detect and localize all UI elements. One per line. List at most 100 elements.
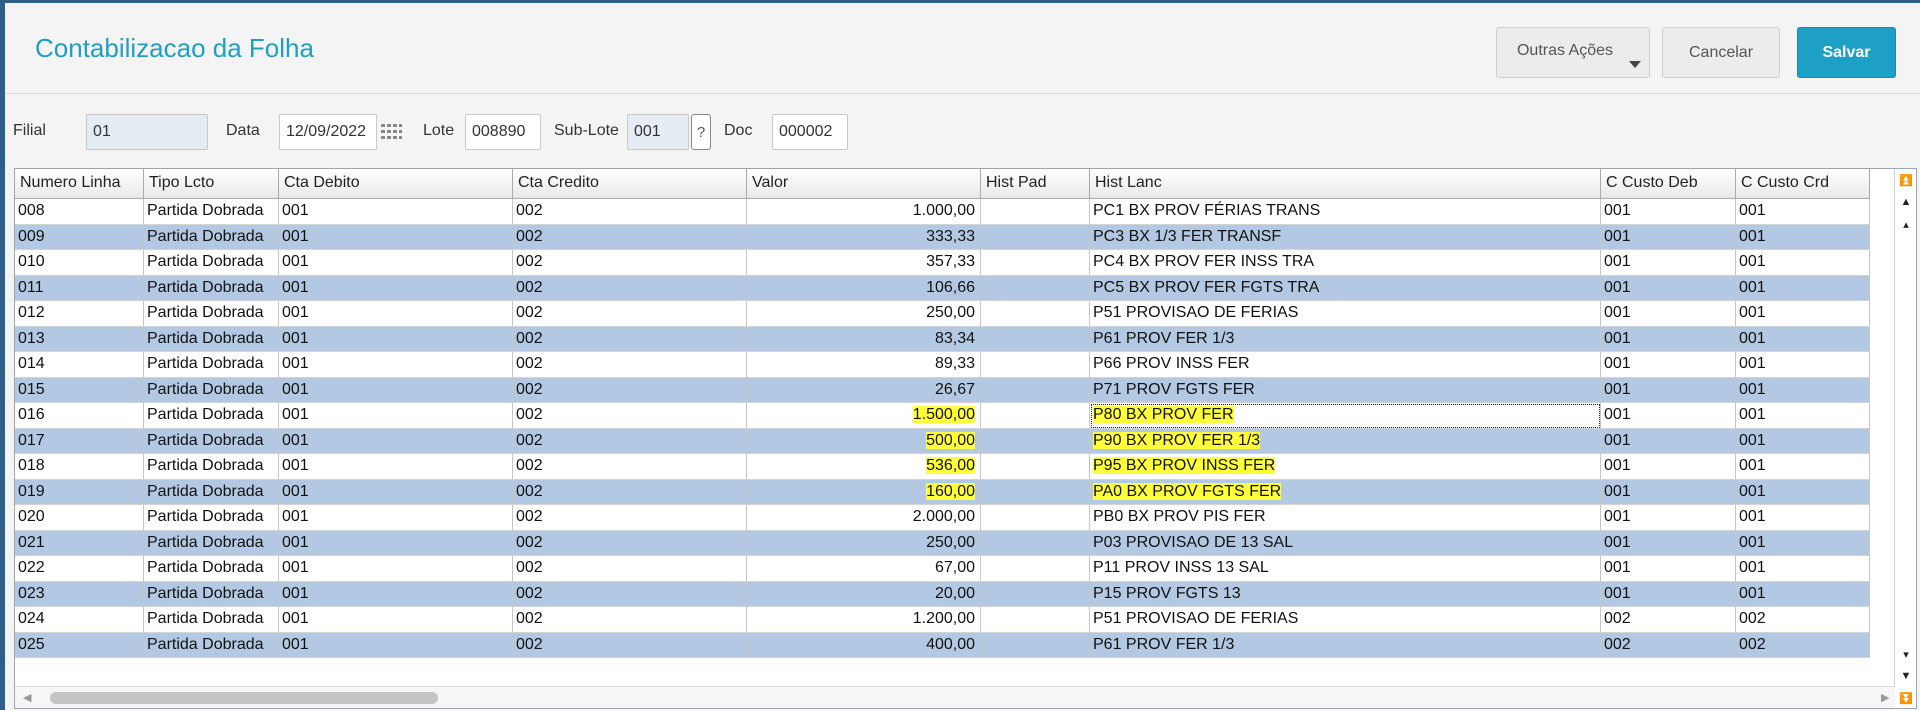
- sublote-field[interactable]: 001: [627, 114, 689, 150]
- col-valor-cell[interactable]: 106,66: [747, 275, 981, 301]
- col-c-custo-deb-cell[interactable]: 002: [1601, 632, 1736, 658]
- col-cta-debito-cell[interactable]: 001: [279, 505, 513, 531]
- col-c-custo-deb-cell[interactable]: 001: [1601, 530, 1736, 556]
- col-tipo-lcto-cell[interactable]: Partida Dobrada: [144, 479, 279, 505]
- horizontal-scrollbar[interactable]: ◀ ▶: [15, 686, 1895, 708]
- col-valor-cell[interactable]: 160,00: [747, 479, 981, 505]
- col-cta-debito-cell[interactable]: 001: [279, 556, 513, 582]
- col-c-custo-crd-cell[interactable]: 001: [1736, 377, 1870, 403]
- col-c-custo-crd-cell[interactable]: 001: [1736, 352, 1870, 378]
- col-c-custo-crd-cell[interactable]: 001: [1736, 428, 1870, 454]
- table-row[interactable]: 019 Partida Dobrada 001 002 160,00 PA0 BX PRO…: [15, 479, 1870, 505]
- col-hist-pad-cell[interactable]: [981, 530, 1090, 556]
- col-hist-lanc-cell[interactable]: PC4 BX PROV FER INSS TRA: [1090, 250, 1601, 276]
- col-c-custo-crd-cell[interactable]: 001: [1736, 556, 1870, 582]
- col-hist-lanc-cell[interactable]: P11 PROV INSS 13 SAL: [1090, 556, 1601, 582]
- col-hist-lanc-cell[interactable]: P66 PROV INSS FER: [1090, 352, 1601, 378]
- table-row[interactable]: 024 Partida Dobrada 001 002 1.200,00 P51 PROV…: [15, 607, 1870, 633]
- col-c-custo-crd-cell[interactable]: 001: [1736, 275, 1870, 301]
- col-hist-lanc-cell[interactable]: P61 PROV FER 1/3: [1090, 632, 1601, 658]
- col-cta-debito-cell[interactable]: 001: [279, 632, 513, 658]
- col-c-custo-deb-cell[interactable]: 001: [1601, 250, 1736, 276]
- col-c-custo-crd-cell[interactable]: 001: [1736, 479, 1870, 505]
- col-c-custo-deb-cell[interactable]: 001: [1601, 479, 1736, 505]
- col-cta-credito-cell[interactable]: 002: [513, 199, 747, 225]
- table-row[interactable]: 016 Partida Dobrada 001 002 1.500,00 P80 BX P…: [15, 403, 1870, 429]
- col-cta-credito-cell[interactable]: 002: [513, 326, 747, 352]
- scroll-top-icon[interactable]: ⏫: [1897, 170, 1915, 190]
- col-cta-credito-cell[interactable]: 002: [513, 479, 747, 505]
- col-hist-pad-cell[interactable]: [981, 479, 1090, 505]
- col-c-custo-deb-cell[interactable]: 001: [1601, 199, 1736, 225]
- col-hist-lanc-cell[interactable]: P51 PROVISAO DE FERIAS: [1090, 607, 1601, 633]
- doc-field[interactable]: 000002: [772, 114, 848, 150]
- lote-field[interactable]: 008890: [465, 114, 541, 150]
- col-c-custo-deb-cell[interactable]: 001: [1601, 326, 1736, 352]
- page-down-icon[interactable]: ▼: [1897, 666, 1915, 686]
- col-numero-linha-cell[interactable]: 008: [15, 199, 144, 225]
- col-tipo-lcto-cell[interactable]: Partida Dobrada: [144, 581, 279, 607]
- col-hist-lanc-cell[interactable]: P80 BX PROV FER: [1090, 403, 1601, 429]
- col-tipo-lcto-cell[interactable]: Partida Dobrada: [144, 250, 279, 276]
- col-numero-linha-cell[interactable]: 020: [15, 505, 144, 531]
- col-valor-cell[interactable]: 536,00: [747, 454, 981, 480]
- col-c-custo-crd-cell[interactable]: 001: [1736, 326, 1870, 352]
- col-tipo-lcto-header[interactable]: Tipo Lcto: [144, 169, 279, 199]
- col-numero-linha-header[interactable]: Numero Linha: [15, 169, 144, 199]
- col-c-custo-deb-cell[interactable]: 001: [1601, 556, 1736, 582]
- col-valor-cell[interactable]: 500,00: [747, 428, 981, 454]
- col-cta-credito-cell[interactable]: 002: [513, 607, 747, 633]
- table-row[interactable]: 022 Partida Dobrada 001 002 67,00 P11 PROV IN…: [15, 556, 1870, 582]
- col-tipo-lcto-cell[interactable]: Partida Dobrada: [144, 377, 279, 403]
- col-c-custo-crd-cell[interactable]: 002: [1736, 607, 1870, 633]
- col-c-custo-crd-cell[interactable]: 001: [1736, 301, 1870, 327]
- col-valor-cell[interactable]: 26,67: [747, 377, 981, 403]
- col-tipo-lcto-cell[interactable]: Partida Dobrada: [144, 326, 279, 352]
- col-hist-lanc-cell[interactable]: P90 BX PROV FER 1/3: [1090, 428, 1601, 454]
- col-hist-pad-cell[interactable]: [981, 428, 1090, 454]
- col-tipo-lcto-cell[interactable]: Partida Dobrada: [144, 428, 279, 454]
- col-hist-lanc-cell[interactable]: P95 BX PROV INSS FER: [1090, 454, 1601, 480]
- col-numero-linha-cell[interactable]: 012: [15, 301, 144, 327]
- col-hist-lanc-cell[interactable]: PC1 BX PROV FÉRIAS TRANS: [1090, 199, 1601, 225]
- col-c-custo-deb-cell[interactable]: 001: [1601, 428, 1736, 454]
- col-c-custo-crd-cell[interactable]: 002: [1736, 632, 1870, 658]
- calendar-icon[interactable]: [380, 123, 402, 141]
- scroll-right-icon[interactable]: ▶: [1881, 691, 1889, 704]
- col-cta-debito-cell[interactable]: 001: [279, 301, 513, 327]
- col-valor-header[interactable]: Valor: [747, 169, 981, 199]
- col-c-custo-deb-cell[interactable]: 001: [1601, 352, 1736, 378]
- table-row[interactable]: 021 Partida Dobrada 001 002 250,00 P03 PROVIS…: [15, 530, 1870, 556]
- col-hist-pad-cell[interactable]: [981, 275, 1090, 301]
- col-c-custo-deb-cell[interactable]: 001: [1601, 377, 1736, 403]
- col-hist-pad-cell[interactable]: [981, 250, 1090, 276]
- table-row[interactable]: 014 Partida Dobrada 001 002 89,33 P66 PROV IN…: [15, 352, 1870, 378]
- table-row[interactable]: 012 Partida Dobrada 001 002 250,00 P51 PROVIS…: [15, 301, 1870, 327]
- table-row[interactable]: 011 Partida Dobrada 001 002 106,66 PC5 BX PRO…: [15, 275, 1870, 301]
- col-tipo-lcto-cell[interactable]: Partida Dobrada: [144, 505, 279, 531]
- col-hist-pad-cell[interactable]: [981, 505, 1090, 531]
- table-row[interactable]: 013 Partida Dobrada 001 002 83,34 P61 PROV FE…: [15, 326, 1870, 352]
- col-cta-credito-cell[interactable]: 002: [513, 352, 747, 378]
- col-c-custo-deb-cell[interactable]: 001: [1601, 505, 1736, 531]
- col-valor-cell[interactable]: 83,34: [747, 326, 981, 352]
- col-valor-cell[interactable]: 1.000,00: [747, 199, 981, 225]
- table-row[interactable]: 018 Partida Dobrada 001 002 536,00 P95 BX PRO…: [15, 454, 1870, 480]
- col-cta-credito-cell[interactable]: 002: [513, 505, 747, 531]
- col-valor-cell[interactable]: 250,00: [747, 301, 981, 327]
- col-cta-debito-header[interactable]: Cta Debito: [279, 169, 513, 199]
- col-tipo-lcto-cell[interactable]: Partida Dobrada: [144, 403, 279, 429]
- col-hist-lanc-cell[interactable]: PB0 BX PROV PIS FER: [1090, 505, 1601, 531]
- col-hist-lanc-cell[interactable]: P61 PROV FER 1/3: [1090, 326, 1601, 352]
- col-cta-credito-cell[interactable]: 002: [513, 454, 747, 480]
- col-tipo-lcto-cell[interactable]: Partida Dobrada: [144, 530, 279, 556]
- col-valor-cell[interactable]: 400,00: [747, 632, 981, 658]
- col-hist-lanc-cell[interactable]: P71 PROV FGTS FER: [1090, 377, 1601, 403]
- col-hist-lanc-cell[interactable]: P15 PROV FGTS 13: [1090, 581, 1601, 607]
- col-c-custo-deb-cell[interactable]: 002: [1601, 607, 1736, 633]
- col-tipo-lcto-cell[interactable]: Partida Dobrada: [144, 632, 279, 658]
- col-valor-cell[interactable]: 250,00: [747, 530, 981, 556]
- col-cta-credito-cell[interactable]: 002: [513, 403, 747, 429]
- col-valor-cell[interactable]: 20,00: [747, 581, 981, 607]
- col-numero-linha-cell[interactable]: 011: [15, 275, 144, 301]
